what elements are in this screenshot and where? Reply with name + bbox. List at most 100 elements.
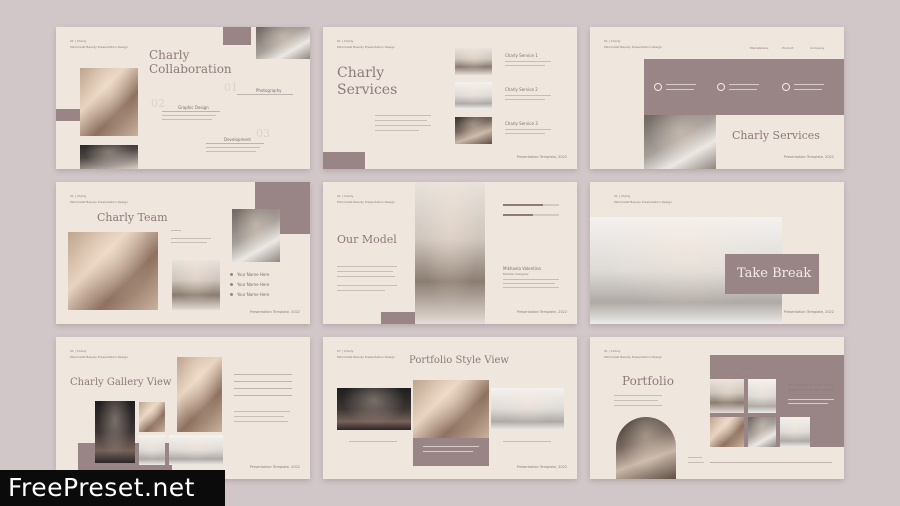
slide-our-model[interactable]: 01 | Charly Minimalist Beauty Presentati… xyxy=(323,182,577,324)
photo-team-main xyxy=(68,232,158,310)
item-photography: Photography xyxy=(256,88,282,93)
text-placeholder xyxy=(234,411,290,412)
text-placeholder xyxy=(503,441,551,442)
accent-block xyxy=(323,152,365,169)
divider xyxy=(234,381,292,382)
photo-portfolio-arch xyxy=(616,417,676,479)
text-placeholder xyxy=(337,276,395,277)
text-placeholder xyxy=(505,95,551,96)
service-label-2: Charly Service 2 xyxy=(505,87,538,92)
progress-fill xyxy=(503,204,543,206)
brand-label: 01 | Charly xyxy=(337,39,354,43)
text-placeholder xyxy=(688,462,704,463)
photo-gallery-1 xyxy=(95,401,135,463)
text-placeholder xyxy=(162,119,212,120)
slide-footer: Presentation Template, 2022 xyxy=(249,465,300,469)
text-placeholder xyxy=(206,147,260,148)
photo-grid-5 xyxy=(780,417,810,447)
photo-portfolio-1 xyxy=(337,388,411,430)
photo-gallery-2 xyxy=(139,402,165,432)
divider xyxy=(710,462,832,463)
text-placeholder xyxy=(794,89,822,90)
photo-grid-2 xyxy=(748,379,776,413)
photo-portfolio-3 xyxy=(491,388,564,430)
text-placeholder xyxy=(375,120,427,121)
brand-label: 07 | Charly xyxy=(337,349,354,353)
brand-label: 01 | Charly xyxy=(70,349,87,353)
text-placeholder xyxy=(614,400,658,401)
divider xyxy=(234,388,292,389)
divider xyxy=(206,143,264,144)
slide-title: Take Break xyxy=(737,266,812,281)
slide-title-line1: Charly xyxy=(337,65,385,81)
tab-marketplace[interactable]: Marketplace xyxy=(750,46,768,50)
slide-title: Charly Gallery View xyxy=(70,377,172,388)
text-placeholder xyxy=(337,266,397,267)
slide-title: Charly Team xyxy=(97,211,168,224)
text-placeholder xyxy=(503,279,559,280)
text-placeholder xyxy=(614,405,662,406)
slide-footer: Presentation Template, 2022 xyxy=(249,310,300,314)
slide-title-line2: Collaboration xyxy=(149,62,232,76)
text-placeholder xyxy=(375,125,431,126)
slide-title-line2: Services xyxy=(337,82,398,98)
photo-model xyxy=(256,27,310,59)
accent-block-left xyxy=(56,109,80,121)
photo-service-1 xyxy=(455,48,492,75)
slide-footer: Presentation Template, 2022 xyxy=(516,310,567,314)
text-placeholder xyxy=(666,84,696,85)
text-placeholder xyxy=(337,290,385,291)
text-placeholder xyxy=(729,89,757,90)
slide-title: Charly Services xyxy=(732,129,820,142)
photo-model xyxy=(415,182,485,324)
accent-block xyxy=(223,27,251,45)
brand-label: 01 | Charly xyxy=(70,39,87,43)
photo-model-hat xyxy=(80,68,138,136)
slide-collaboration[interactable]: 01 | Charly Minimalist Beauty Presentati… xyxy=(56,27,310,169)
model-name: Mikhaela Valentina xyxy=(503,266,541,271)
text-placeholder xyxy=(788,399,834,400)
photo-service-3 xyxy=(455,117,492,144)
slide-portfolio[interactable]: 01 | Charly Minimalist Beauty Presentati… xyxy=(590,337,844,479)
brand-subtitle: Minimalist Beauty Presentation Design xyxy=(337,45,395,49)
photo-model-lying xyxy=(80,145,138,169)
slide-title: Portfolio Style View xyxy=(409,355,509,366)
watermark-banner: FreePreset.net xyxy=(0,470,225,506)
brand-label: 01 | Charly xyxy=(604,39,621,43)
slide-footer: Presentation Template, 2022 xyxy=(516,155,567,159)
team-name-3: Your Name Here xyxy=(237,292,270,297)
text-placeholder xyxy=(788,403,828,404)
divider xyxy=(234,395,292,396)
tab-product[interactable]: Product xyxy=(782,46,793,50)
slide-take-break[interactable]: 01 | Charly Minimalist Beauty Presentati… xyxy=(590,182,844,324)
slide-team[interactable]: 01 | Charly Minimalist Beauty Presentati… xyxy=(56,182,310,324)
brand-subtitle: Minimalist Beauty Presentation Design xyxy=(70,45,128,49)
photo-team-member xyxy=(232,209,280,262)
brand-subtitle: Minimalist Beauty Presentation Design xyxy=(337,355,395,359)
text-placeholder xyxy=(505,133,545,134)
panel-label: 05.06 xyxy=(742,367,751,371)
photo-grid-4 xyxy=(748,417,776,447)
plane-icon xyxy=(654,83,662,91)
photo-street-model xyxy=(644,115,716,169)
slide-services[interactable]: 01 | Charly Minimalist Beauty Presentati… xyxy=(323,27,577,169)
photo-grid-3 xyxy=(710,417,744,447)
slide-portfolio-style[interactable]: 07 | Charly Minimalist Beauty Presentati… xyxy=(323,337,577,479)
banner xyxy=(644,59,844,115)
bullet xyxy=(230,293,233,296)
slide-gallery-view[interactable]: 01 | Charly Minimalist Beauty Presentati… xyxy=(56,337,310,479)
text-placeholder xyxy=(423,451,473,452)
text-placeholder xyxy=(614,395,662,396)
tab-company[interactable]: Company xyxy=(810,46,824,50)
brand-subtitle: Minimalist Beauty Presentation Design xyxy=(70,355,128,359)
slide-services-banner[interactable]: 01 | Charly Minimalist Beauty Presentati… xyxy=(590,27,844,169)
brand-label: 01 | Charly xyxy=(614,194,631,198)
text-placeholder xyxy=(349,441,397,442)
text-placeholder xyxy=(171,238,211,239)
text-placeholder xyxy=(423,446,479,447)
photo-gallery-4 xyxy=(177,357,222,432)
panel-tagline: We take great pride in our achievements … xyxy=(788,383,834,392)
team-name-2: Your Name Here xyxy=(237,282,270,287)
photo-portfolio-2 xyxy=(413,380,489,438)
slide-title: Portfolio xyxy=(622,374,674,388)
